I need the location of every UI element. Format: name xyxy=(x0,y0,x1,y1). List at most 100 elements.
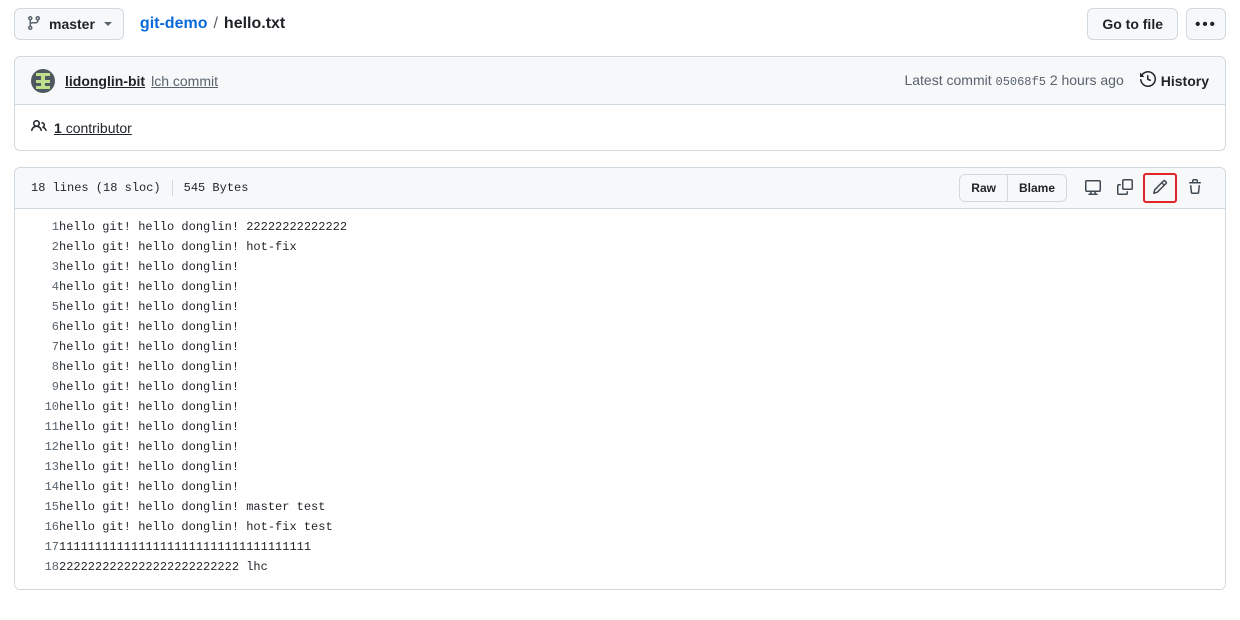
latest-commit-card: lidonglin-bit lch commit Latest commit 0… xyxy=(14,56,1226,151)
code-line-number[interactable]: 13 xyxy=(15,457,59,477)
branch-name-label: master xyxy=(49,16,95,32)
code-line-row: 11 hello git! hello donglin! xyxy=(15,417,1225,437)
code-line-row: 16 hello git! hello donglin! hot-fix test xyxy=(15,517,1225,537)
open-with-desktop-button[interactable] xyxy=(1079,174,1107,202)
go-to-file-button[interactable]: Go to file xyxy=(1087,8,1178,40)
code-line-number[interactable]: 8 xyxy=(15,357,59,377)
code-line-content: hello git! hello donglin! xyxy=(59,440,240,454)
latest-commit-row: lidonglin-bit lch commit Latest commit 0… xyxy=(15,57,1225,105)
file-stats-divider xyxy=(171,180,173,196)
code-line-content: hello git! hello donglin! master test xyxy=(59,500,326,514)
code-table-body: 1 hello git! hello donglin! 2222222222222… xyxy=(15,217,1225,577)
code-line-row: 17 11111111111111111111111111111111111 xyxy=(15,537,1225,557)
file-content-card: 18 lines (18 sloc) 545 Bytes Raw Blame 1… xyxy=(14,167,1226,590)
code-line-content: hello git! hello donglin! xyxy=(59,300,240,314)
file-header-bar: 18 lines (18 sloc) 545 Bytes Raw Blame xyxy=(15,168,1225,209)
commit-meta: Latest commit 05068f5 2 hours ago xyxy=(904,72,1123,89)
code-line-row: 6 hello git! hello donglin! xyxy=(15,317,1225,337)
topbar-actions: Go to file ••• xyxy=(1087,8,1226,40)
copy-raw-contents-button[interactable] xyxy=(1111,174,1139,202)
code-line-number[interactable]: 12 xyxy=(15,437,59,457)
code-line-content: hello git! hello donglin! hot-fix test xyxy=(59,520,333,534)
commit-message-link[interactable]: lch commit xyxy=(151,73,218,89)
history-clock-icon xyxy=(1139,70,1156,90)
code-line-number[interactable]: 10 xyxy=(15,397,59,417)
edit-file-button[interactable] xyxy=(1143,173,1177,203)
code-line-content: hello git! hello donglin! xyxy=(59,400,240,414)
raw-button[interactable]: Raw xyxy=(960,175,1007,201)
contributor-label: contributor xyxy=(65,119,132,136)
breadcrumb: git-demo / hello.txt xyxy=(140,14,285,33)
history-label: History xyxy=(1160,72,1209,89)
commit-author-link[interactable]: lidonglin-bit xyxy=(65,73,145,89)
code-line-number[interactable]: 11 xyxy=(15,417,59,437)
commit-meta-group: Latest commit 05068f5 2 hours ago Histor… xyxy=(904,70,1209,90)
code-line-content: 2222222222222222222222222 lhc xyxy=(59,560,268,574)
breadcrumb-filename: hello.txt xyxy=(223,15,286,33)
copy-icon xyxy=(1117,178,1133,198)
code-line-row: 8 hello git! hello donglin! xyxy=(15,357,1225,377)
code-line-row: 2 hello git! hello donglin! hot-fix xyxy=(15,237,1225,257)
code-line-content: hello git! hello donglin! xyxy=(59,480,240,494)
avatar[interactable] xyxy=(31,68,55,93)
blame-button[interactable]: Blame xyxy=(1006,175,1066,201)
code-line-row: 7 hello git! hello donglin! xyxy=(15,337,1225,357)
contributors-row: 1 contributor xyxy=(15,105,1225,150)
code-line-row: 3 hello git! hello donglin! xyxy=(15,257,1225,277)
file-action-toolbar: Raw Blame xyxy=(959,173,1209,203)
code-line-row: 12 hello git! hello donglin! xyxy=(15,437,1225,457)
contributor-count: 1 xyxy=(54,119,62,136)
people-icon xyxy=(31,118,47,137)
contributors-link[interactable]: 1 contributor xyxy=(31,118,132,137)
code-table: 1 hello git! hello donglin! 2222222222222… xyxy=(15,217,1225,577)
code-line-content: 11111111111111111111111111111111111 xyxy=(59,540,312,554)
more-options-kebab-icon[interactable]: ••• xyxy=(1186,8,1226,40)
code-line-number[interactable]: 9 xyxy=(15,377,59,397)
file-stats: 18 lines (18 sloc) 545 Bytes xyxy=(31,180,248,196)
code-line-number[interactable]: 3 xyxy=(15,257,59,277)
code-line-content: hello git! hello donglin! xyxy=(59,380,240,394)
code-line-content: hello git! hello donglin! hot-fix xyxy=(59,240,297,254)
code-line-number[interactable]: 4 xyxy=(15,277,59,297)
trash-delete-icon xyxy=(1187,178,1203,198)
code-line-row: 13 hello git! hello donglin! xyxy=(15,457,1225,477)
breadcrumb-separator: / xyxy=(213,15,218,33)
file-topbar: master git-demo / hello.txt Go to file •… xyxy=(8,0,1232,48)
file-size-label: 545 Bytes xyxy=(183,181,249,195)
code-line-number[interactable]: 17 xyxy=(15,537,59,557)
code-line-number[interactable]: 18 xyxy=(15,557,59,577)
latest-commit-label: Latest commit xyxy=(904,72,992,88)
raw-blame-button-group: Raw Blame xyxy=(959,174,1067,202)
code-line-content: hello git! hello donglin! 22222222222222 xyxy=(59,220,348,234)
code-line-content: hello git! hello donglin! xyxy=(59,360,240,374)
code-line-row: 18 2222222222222222222222222 lhc xyxy=(15,557,1225,577)
code-line-number[interactable]: 5 xyxy=(15,297,59,317)
commit-history-link[interactable]: History xyxy=(1139,70,1209,90)
code-line-content: hello git! hello donglin! xyxy=(59,280,240,294)
commit-sha-link[interactable]: 05068f5 xyxy=(996,75,1046,89)
code-line-row: 4 hello git! hello donglin! xyxy=(15,277,1225,297)
branch-selector-button[interactable]: master xyxy=(14,8,124,40)
code-line-row: 1 hello git! hello donglin! 2222222222222… xyxy=(15,217,1225,237)
code-line-row: 14 hello git! hello donglin! xyxy=(15,477,1225,497)
code-line-row: 10 hello git! hello donglin! xyxy=(15,397,1225,417)
code-line-number[interactable]: 15 xyxy=(15,497,59,517)
code-line-content: hello git! hello donglin! xyxy=(59,260,240,274)
code-line-row: 5 hello git! hello donglin! xyxy=(15,297,1225,317)
code-line-number[interactable]: 7 xyxy=(15,337,59,357)
code-line-content: hello git! hello donglin! xyxy=(59,420,240,434)
commit-time: 2 hours ago xyxy=(1049,72,1124,88)
code-line-number[interactable]: 6 xyxy=(15,317,59,337)
delete-file-button[interactable] xyxy=(1181,174,1209,202)
breadcrumb-repo-link[interactable]: git-demo xyxy=(140,14,208,33)
contributors-text: 1 contributor xyxy=(54,120,132,136)
code-line-number[interactable]: 1 xyxy=(15,217,59,237)
code-line-row: 9 hello git! hello donglin! xyxy=(15,377,1225,397)
code-line-number[interactable]: 14 xyxy=(15,477,59,497)
code-line-content: hello git! hello donglin! xyxy=(59,460,240,474)
desktop-download-icon xyxy=(1085,179,1101,198)
code-line-number[interactable]: 2 xyxy=(15,237,59,257)
code-line-number[interactable]: 16 xyxy=(15,517,59,537)
file-code-area: 1 hello git! hello donglin! 2222222222222… xyxy=(15,209,1225,589)
chevron-down-icon xyxy=(103,22,112,26)
